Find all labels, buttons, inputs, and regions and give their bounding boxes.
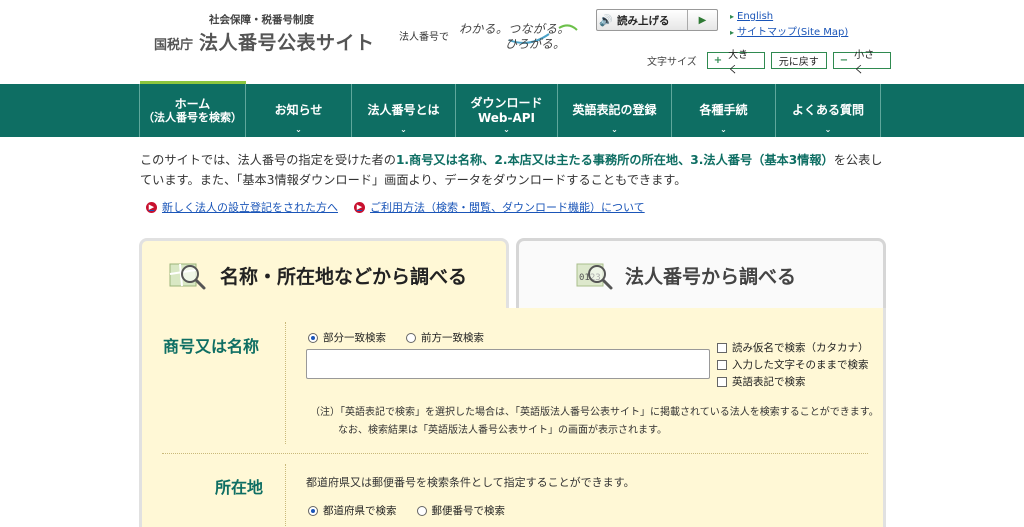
note-line-1: （注）「英語表記で検索」を選択した場合は、「英語版法人番号公表サイト」に掲載され… <box>310 407 879 418</box>
check-exact[interactable]: 入力した文字そのままで検索 <box>717 356 869 373</box>
search-panel: 商号又は名称 部分一致検索 前方一致検索 読み仮名で検索（カタカナ） 入力した文… <box>139 308 886 527</box>
radio-unselected-icon <box>416 505 427 516</box>
address-field-label: 所在地 <box>215 478 264 497</box>
usage-guide-link[interactable]: ▶ ご利用方法（検索・閲覧、ダウンロード機能）について <box>354 199 645 215</box>
nav-label: 各種手続 <box>699 103 748 118</box>
font-larger-label: 大きく <box>728 49 749 76</box>
radio-label: 部分一致検索 <box>323 332 386 344</box>
english-search-note: （注）「英語表記で検索」を選択した場合は、「英語版法人番号公表サイト」に掲載され… <box>310 404 879 440</box>
radio-selected-icon <box>308 505 318 516</box>
radio-partial-match[interactable]: 部分一致検索 <box>308 330 386 345</box>
number-magnifier-icon: 0123 <box>576 263 613 290</box>
checkbox-icon <box>717 342 727 353</box>
radio-selected-icon <box>308 332 318 343</box>
radio-prefecture[interactable]: 都道府県で検索 <box>308 503 397 518</box>
nav-label: お知らせ <box>274 103 323 118</box>
chevron-down-icon: ⌄ <box>824 125 832 135</box>
tab-label: 名称・所在地などから調べる <box>220 265 468 288</box>
help-links: ▶ 新しく法人の設立登記をされた方へ ▶ ご利用方法（検索・閲覧、ダウンロード機… <box>146 199 645 215</box>
name-match-options: 部分一致検索 前方一致検索 <box>308 330 484 345</box>
check-kana[interactable]: 読み仮名で検索（カタカナ） <box>717 339 869 356</box>
nav-item-faq[interactable]: よくある質問 ⌄ <box>775 84 881 137</box>
read-aloud-button[interactable]: 🔊 読み上げる ▶ <box>596 9 718 31</box>
font-smaller-button[interactable]: − 小さく <box>832 50 891 76</box>
read-aloud-label: 読み上げる <box>617 14 670 27</box>
radio-label: 前方一致検索 <box>421 332 484 344</box>
nav-label: ダウンロード <box>470 96 543 111</box>
font-larger-button[interactable]: + 大きく <box>706 50 765 76</box>
nav-item-download[interactable]: ダウンロード Web-API ⌄ <box>455 84 557 137</box>
name-search-input[interactable] <box>306 349 710 379</box>
font-size-controls: 文字サイズ + 大きく 元に戻す − 小さく <box>647 50 891 76</box>
site-header: 社会保障・税番号制度 国税庁 法人番号公表サイト 法人番号で わかる。つながる。… <box>0 0 1024 84</box>
check-english[interactable]: 英語表記で検索 <box>717 373 869 390</box>
tagline: 法人番号で わかる。つながる。 ひろがる。 <box>399 18 589 51</box>
nav-item-home[interactable]: ホーム （法人番号を検索） <box>139 84 245 137</box>
radio-unselected-icon <box>406 332 416 343</box>
nav-label: 法人番号とは <box>367 103 440 118</box>
chevron-down-icon: ⌄ <box>720 125 727 135</box>
font-size-label: 文字サイズ <box>647 57 697 68</box>
divider <box>285 322 286 444</box>
address-mode-options: 都道府県で検索 郵便番号で検索 <box>308 503 505 518</box>
sitemap-link[interactable]: サイトマップ(Site Map) <box>730 26 848 39</box>
section-divider <box>162 453 868 454</box>
intro-text: このサイトでは、法人番号の指定を受けた者の1.商号又は名称、2.本店又は主たる事… <box>140 150 890 190</box>
check-label: 英語表記で検索 <box>732 376 806 388</box>
note-line-2: なお、検索結果は「英語版法人番号公表サイト」の画面が表示されます。 <box>338 425 667 436</box>
name-search-options: 読み仮名で検索（カタカナ） 入力した文字そのままで検索 英語表記で検索 <box>717 339 869 390</box>
tab-search-by-number[interactable]: 0123 法人番号から調べる <box>516 238 886 309</box>
chevron-down-icon: ⌄ <box>611 125 618 135</box>
nav-item-about[interactable]: 法人番号とは ⌄ <box>351 84 455 137</box>
name-field-label: 商号又は名称 <box>163 337 260 356</box>
nav-label: よくある質問 <box>791 103 864 118</box>
plus-icon: + <box>713 55 723 66</box>
check-label: 入力した文字そのままで検索 <box>732 359 869 371</box>
arrow-right-icon: ▶ <box>146 201 157 213</box>
usage-guide-link-label: ご利用方法（検索・閲覧、ダウンロード機能）について <box>370 201 645 214</box>
logo-title: 法人番号公表サイト <box>199 32 375 54</box>
nav-sublabel: Web-API <box>477 110 536 125</box>
radio-zipcode[interactable]: 郵便番号で検索 <box>416 503 506 518</box>
map-magnifier-icon <box>169 263 206 290</box>
tab-label: 法人番号から調べる <box>625 265 797 288</box>
nav-item-procedures[interactable]: 各種手続 ⌄ <box>671 84 775 137</box>
font-reset-button[interactable]: 元に戻す <box>770 52 827 69</box>
chevron-down-icon: ⌄ <box>295 125 302 135</box>
divider <box>285 464 286 527</box>
checkbox-icon <box>717 359 727 370</box>
chevron-down-icon: ⌄ <box>400 125 407 135</box>
main-nav: ホーム （法人番号を検索） お知らせ ⌄ 法人番号とは ⌄ ダウンロード Web… <box>0 84 1024 137</box>
new-corporation-link-label: 新しく法人の設立登記をされた方へ <box>162 201 338 214</box>
logo-subtitle: 社会保障・税番号制度 <box>209 14 314 26</box>
intro-part-1: このサイトでは、法人番号の指定を受けた者の <box>140 153 396 167</box>
nav-label: ホーム <box>174 96 211 111</box>
nav-label: 英語表記の登録 <box>572 103 657 118</box>
font-smaller-label: 小さく <box>854 49 875 76</box>
logo-agency: 国税庁 <box>154 38 194 53</box>
checkbox-icon <box>717 376 727 387</box>
radio-label: 郵便番号で検索 <box>431 505 506 517</box>
minus-icon: − <box>839 55 849 66</box>
address-description: 都道府県又は郵便番号を検索条件として指定することができます。 <box>306 476 635 489</box>
new-corporation-link[interactable]: ▶ 新しく法人の設立登記をされた方へ <box>146 199 338 215</box>
nav-item-news[interactable]: お知らせ ⌄ <box>245 84 351 137</box>
radio-label: 都道府県で検索 <box>323 505 397 517</box>
check-label: 読み仮名で検索（カタカナ） <box>732 342 869 354</box>
intro-emphasis: 1.商号又は名称、2.本店又は主たる事務所の所在地、3.法人番号（基本3情報） <box>395 153 834 167</box>
header-links: English サイトマップ(Site Map) <box>730 10 848 42</box>
speaker-icon: 🔊 <box>599 13 613 27</box>
tagline-prefix: 法人番号で <box>399 32 449 43</box>
tagline-words-2: ひろがる。 <box>505 37 566 51</box>
chevron-down-icon: ⌄ <box>503 125 510 135</box>
font-reset-label: 元に戻す <box>778 57 819 68</box>
radio-prefix-match[interactable]: 前方一致検索 <box>406 330 484 345</box>
arrow-right-icon: ▶ <box>354 201 365 213</box>
play-icon[interactable]: ▶ <box>687 10 717 30</box>
nav-item-english-registration[interactable]: 英語表記の登録 ⌄ <box>557 84 671 137</box>
tab-search-by-name[interactable]: 名称・所在地などから調べる <box>139 238 509 309</box>
site-logo[interactable]: 国税庁 法人番号公表サイト <box>154 28 375 55</box>
nav-sublabel: （法人番号を検索） <box>143 111 242 125</box>
english-link[interactable]: English <box>730 10 848 23</box>
